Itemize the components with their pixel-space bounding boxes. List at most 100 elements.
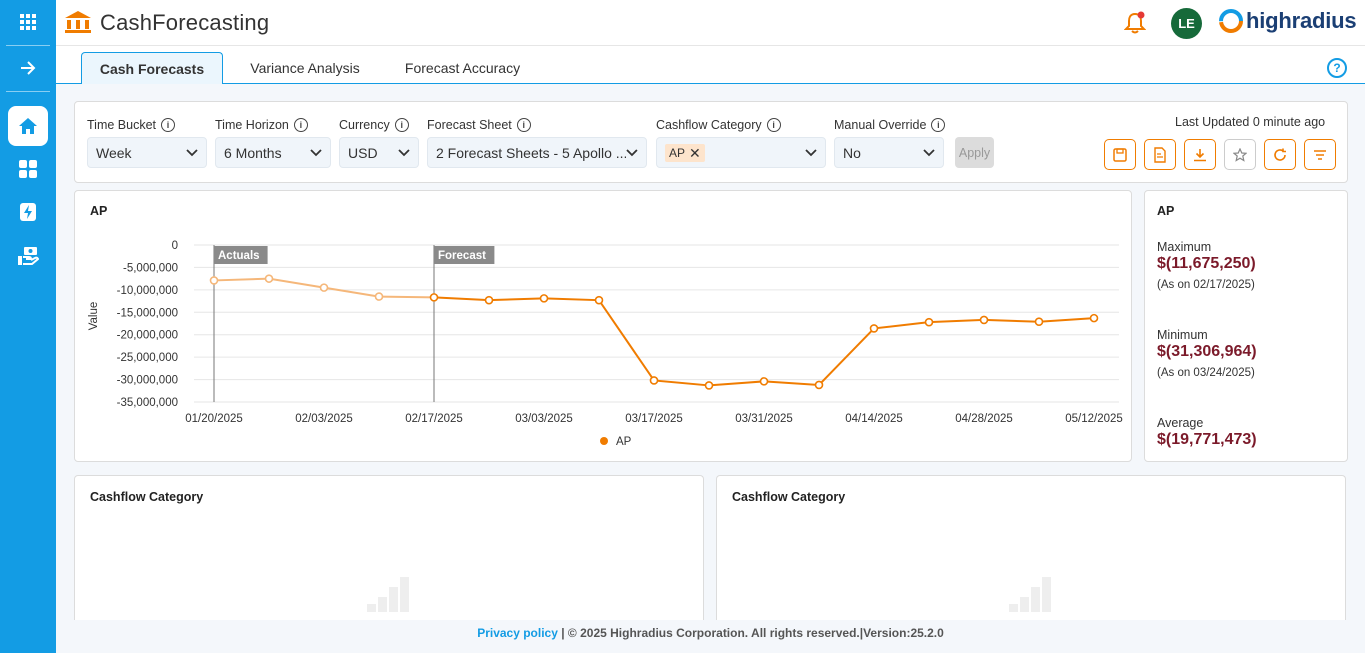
help-icon[interactable]: ?	[1327, 58, 1347, 78]
currency-label: Currency i	[339, 118, 409, 132]
cashflow-category-select[interactable]: AP ✕	[656, 137, 826, 168]
category-chip: AP ✕	[665, 143, 705, 162]
filter-panel: Time Bucket i Week Time Horizon i 6 Months…	[74, 101, 1348, 183]
y-tick-label: -15,000,000	[117, 307, 178, 319]
app-title: CashForecasting	[100, 10, 270, 35]
forecast-sheet-select[interactable]: 2 Forecast Sheets - 5 Apollo ...	[427, 137, 647, 168]
x-tick-label: 03/17/2025	[625, 413, 683, 425]
data-point	[429, 293, 439, 302]
highradius-logo: highradius	[1218, 8, 1357, 34]
home-icon[interactable]	[8, 106, 48, 146]
minimum-value: $(31,306,964)	[1157, 343, 1257, 360]
data-point	[869, 324, 879, 333]
stats-title: AP	[1157, 204, 1175, 218]
cashflow-category-label: Cashflow Category i	[656, 118, 781, 132]
tab-variance-analysis[interactable]: Variance Analysis	[236, 52, 374, 84]
ap-line-chart: Actuals Forecast 0 -5,000,000 -10,000,000 -1…	[88, 240, 1123, 448]
marker-label: Forecast	[438, 250, 486, 262]
y-tick-label: -20,000,000	[117, 330, 178, 342]
maximum-label: Maximum	[1157, 240, 1212, 254]
notification-bell-icon[interactable]	[1123, 11, 1147, 38]
manual-override-label: Manual Override i	[834, 118, 946, 132]
apply-button[interactable]: Apply	[955, 137, 994, 168]
star-icon[interactable]	[1224, 139, 1256, 170]
info-icon[interactable]: i	[293, 118, 308, 132]
loading-bars-icon	[1009, 577, 1051, 612]
time-bucket-select[interactable]: Week	[87, 137, 207, 168]
maximum-date: (As on 02/17/2025)	[1157, 279, 1255, 291]
data-point	[264, 274, 274, 283]
x-tick-label: 05/12/2025	[1065, 413, 1123, 425]
data-point	[1034, 317, 1044, 327]
tab-forecast-accuracy[interactable]: Forecast Accuracy	[391, 52, 534, 84]
apps-grid-icon[interactable]	[8, 2, 48, 42]
expand-arrow-icon[interactable]	[8, 48, 48, 88]
x-tick-label: 02/03/2025	[295, 413, 353, 425]
minimum-date: (As on 03/24/2025)	[1157, 367, 1255, 379]
user-avatar[interactable]: LE	[1171, 8, 1202, 39]
y-axis-label: Value	[88, 302, 100, 331]
chart-card: AP Actuals Forecast 0 -5,000,000 -10,000,00…	[74, 190, 1132, 462]
privacy-policy-link[interactable]: Privacy policy	[477, 626, 558, 640]
app-header: CashForecasting LE highradius	[56, 0, 1365, 46]
x-tick-label: 03/31/2025	[735, 413, 793, 425]
dashboard-icon[interactable]	[8, 149, 48, 189]
brand-logo-text: highradius	[1246, 8, 1357, 33]
info-icon[interactable]: i	[931, 118, 946, 132]
card-title: Cashflow Category	[732, 490, 846, 504]
bank-icon	[64, 10, 92, 37]
info-icon[interactable]: i	[516, 118, 531, 132]
chevron-down-icon	[805, 148, 817, 156]
data-point	[539, 294, 549, 303]
data-point	[704, 381, 714, 390]
info-icon[interactable]: i	[161, 118, 176, 132]
manual-override-select[interactable]: No	[834, 137, 944, 168]
y-tick-label: 0	[172, 240, 178, 252]
average-label: Average	[1157, 416, 1204, 430]
y-tick-label: -25,000,000	[117, 352, 178, 364]
data-point	[649, 376, 659, 385]
data-point	[484, 295, 494, 305]
card-title: Cashflow Category	[90, 490, 204, 504]
download-icon[interactable]	[1184, 139, 1216, 170]
forecast-line	[433, 296, 1095, 387]
chevron-down-icon	[626, 148, 638, 156]
filter-icon[interactable]	[1304, 139, 1336, 170]
data-point	[594, 295, 604, 305]
tab-cash-forecasts[interactable]: Cash Forecasts	[81, 52, 223, 85]
x-tick-label: 01/20/2025	[185, 413, 243, 425]
data-point	[209, 276, 219, 285]
y-tick-label: -5,000,000	[123, 262, 178, 274]
last-updated-text: Last Updated 0 minute ago	[1175, 115, 1326, 129]
x-tick-label: 03/03/2025	[515, 413, 573, 425]
data-point	[924, 317, 934, 327]
copyright-text: | © 2025 Highradius Corporation. All rig…	[557, 626, 944, 640]
marker-label: Actuals	[218, 250, 260, 262]
tab-bar: Cash Forecasts Variance Analysis Forecas…	[56, 46, 1365, 85]
data-point	[979, 315, 989, 325]
time-bucket-label: Time Bucket i	[87, 118, 176, 132]
info-icon[interactable]: i	[394, 118, 409, 132]
x-tick-label: 04/14/2025	[845, 413, 903, 425]
legend-marker	[600, 437, 608, 445]
bolt-icon[interactable]	[8, 192, 48, 232]
stats-card: AP Maximum $(11,675,250) (As on 02/17/20…	[1144, 190, 1348, 462]
data-point	[319, 283, 329, 292]
maximum-value: $(11,675,250)	[1157, 255, 1256, 272]
pdf-icon[interactable]	[1144, 139, 1176, 170]
loading-bars-icon	[367, 577, 409, 612]
info-icon[interactable]: i	[766, 118, 781, 132]
legend-label: AP	[616, 436, 632, 448]
chevron-down-icon	[923, 148, 935, 156]
cash-hand-icon[interactable]	[8, 236, 48, 276]
x-tick-label: 04/28/2025	[955, 413, 1013, 425]
refresh-icon[interactable]	[1264, 139, 1296, 170]
cashflow-category-card-left: Cashflow Category	[74, 475, 704, 620]
x-tick-label: 02/17/2025	[405, 413, 463, 425]
minimum-label: Minimum	[1157, 328, 1208, 342]
save-icon[interactable]	[1104, 139, 1136, 170]
time-horizon-select[interactable]: 6 Months	[215, 137, 331, 168]
remove-chip-icon[interactable]: ✕	[689, 146, 701, 160]
currency-select[interactable]: USD	[339, 137, 419, 168]
chevron-down-icon	[398, 148, 410, 156]
